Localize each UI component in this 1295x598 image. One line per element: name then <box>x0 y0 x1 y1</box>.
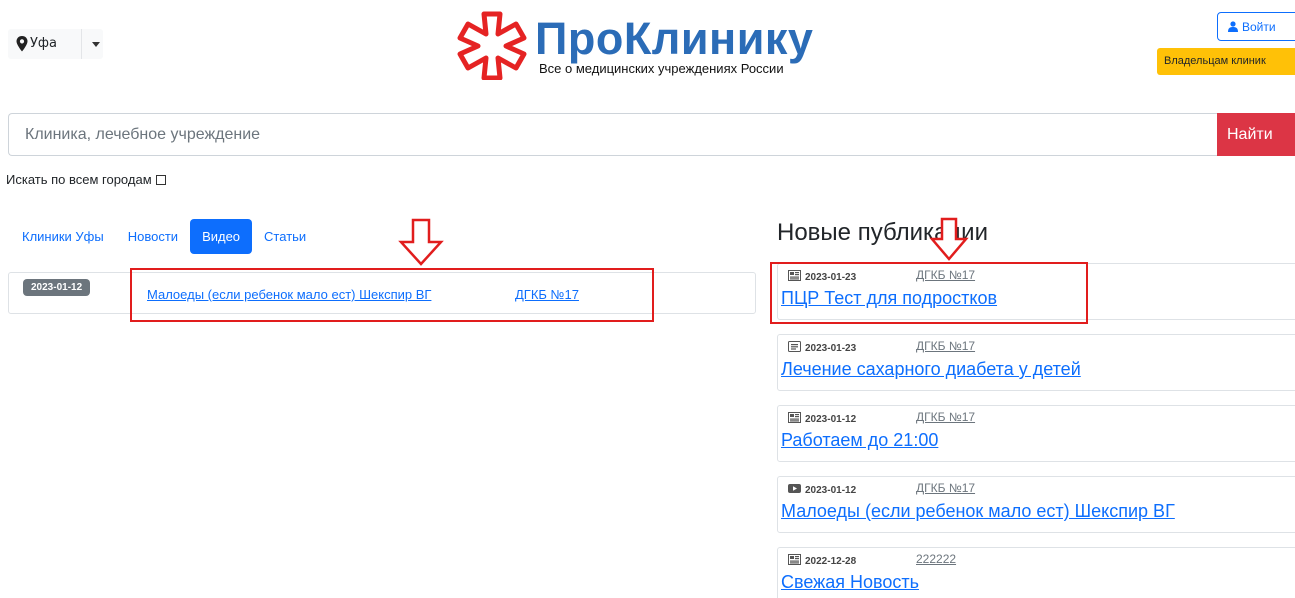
news-icon <box>788 554 801 565</box>
publication-item: 2022-12-28 222222 Свежая Новость <box>777 547 1295 598</box>
logo-subtitle: Все о медицинских учреждениях России <box>539 61 784 76</box>
publication-clinic-link[interactable]: ДГКБ №17 <box>916 481 975 495</box>
city-name: Уфа <box>30 36 58 51</box>
video-icon <box>788 484 801 493</box>
city-selector[interactable]: Уфа <box>8 29 103 59</box>
tab-video[interactable]: Видео <box>190 219 253 254</box>
publication-item: 2023-01-23 ДГКБ №17 Лечение сахарного ди… <box>777 334 1295 391</box>
search-all-cities[interactable]: Искать по всем городам <box>6 172 166 187</box>
annotation-box-left <box>130 268 654 322</box>
publication-item: 2023-01-12 ДГКБ №17 Малоеды (если ребено… <box>777 476 1295 533</box>
down-arrow-annotation-icon <box>398 218 444 266</box>
publication-title-link[interactable]: Свежая Новость <box>781 572 919 593</box>
tab-news[interactable]: Новости <box>116 219 190 254</box>
map-marker-icon <box>16 36 28 52</box>
news-icon <box>788 412 801 423</box>
logo-title: ПроКлинику <box>535 13 814 64</box>
medical-cross-logo-icon <box>457 11 527 80</box>
annotation-box-right <box>770 262 1088 324</box>
publication-title-link[interactable]: Работаем до 21:00 <box>781 430 938 451</box>
article-icon <box>788 341 801 352</box>
login-button[interactable]: Войти <box>1217 12 1295 41</box>
tab-articles[interactable]: Статьи <box>252 219 318 254</box>
down-arrow-annotation-icon <box>929 217 969 261</box>
search-all-cities-checkbox[interactable] <box>155 174 166 185</box>
publication-date: 2023-01-12 <box>805 414 857 425</box>
clinic-owners-button[interactable]: Владельцам клиник <box>1157 48 1295 75</box>
caret-down-icon[interactable] <box>92 42 100 47</box>
publication-date: 2022-12-28 <box>805 556 857 567</box>
publication-date: 2023-01-12 <box>805 485 857 496</box>
publication-title-link[interactable]: Малоеды (если ребенок мало ест) Шекспир … <box>781 501 1175 522</box>
content-tabs: Клиники Уфы Новости Видео Статьи <box>10 219 318 254</box>
publication-date: 2023-01-23 <box>805 343 857 354</box>
tab-clinics[interactable]: Клиники Уфы <box>10 219 116 254</box>
search-input[interactable] <box>8 113 1218 156</box>
divider <box>81 29 82 59</box>
date-badge: 2023-01-12 <box>23 279 91 296</box>
publication-clinic-link[interactable]: ДГКБ №17 <box>916 339 975 353</box>
login-label: Войти <box>1242 19 1276 34</box>
publication-item: 2023-01-12 ДГКБ №17 Работаем до 21:00 <box>777 405 1295 462</box>
publication-clinic-link[interactable]: ДГКБ №17 <box>916 410 975 424</box>
search-button[interactable]: Найти <box>1217 113 1295 156</box>
publication-clinic-link[interactable]: 222222 <box>916 552 956 566</box>
search-all-cities-label: Искать по всем городам <box>6 172 152 187</box>
publication-title-link[interactable]: Лечение сахарного диабета у детей <box>781 359 1081 380</box>
site-logo[interactable]: ПроКлинику Все о медицинских учреждениях… <box>454 10 864 80</box>
user-icon <box>1228 21 1238 32</box>
